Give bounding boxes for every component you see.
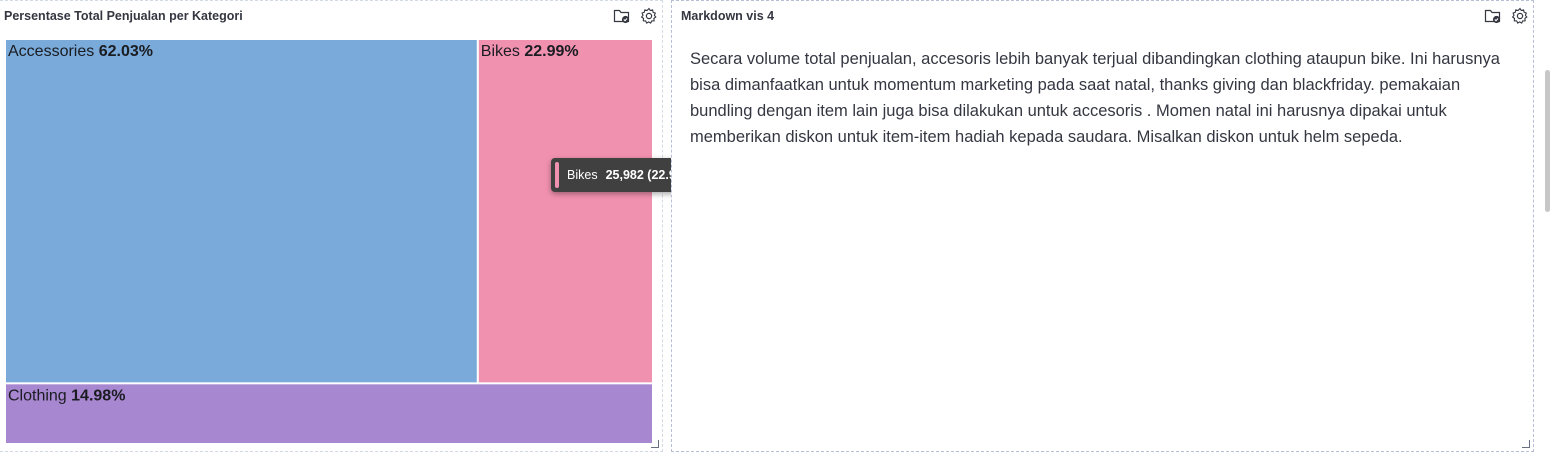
treemap-label-percent: 22.99% bbox=[524, 43, 578, 60]
treemap-label-name: Bikes bbox=[481, 43, 525, 60]
treemap-label-bikes: Bikes 22.99% bbox=[481, 43, 579, 60]
treemap-label-name: Clothing bbox=[8, 387, 71, 404]
panel-actions bbox=[1483, 6, 1529, 25]
treemap-cell-accessories[interactable] bbox=[6, 40, 477, 383]
treemap-chart: Accessories 62.03% Bikes 22.99% Clothing 1… bbox=[6, 40, 652, 443]
resize-handle-icon[interactable] bbox=[1522, 440, 1530, 448]
treemap-label-name: Accessories bbox=[8, 43, 99, 60]
resize-handle-icon[interactable] bbox=[651, 440, 659, 448]
panel-title: Markdown vis 4 bbox=[681, 9, 775, 23]
treemap-label-percent: 62.03% bbox=[99, 43, 153, 60]
folder-check-icon[interactable] bbox=[1483, 6, 1502, 25]
scrollbar-track bbox=[1542, 0, 1553, 453]
treemap-panel: Persentase Total Penjualan per Kategori … bbox=[0, 0, 723, 452]
tooltip-swatch bbox=[555, 162, 559, 188]
treemap-label-clothing: Clothing 14.98% bbox=[8, 387, 125, 404]
gear-icon[interactable] bbox=[1510, 6, 1529, 25]
treemap-cell-bikes[interactable] bbox=[478, 40, 652, 383]
scrollbar-thumb[interactable] bbox=[1545, 70, 1550, 212]
markdown-panel: Markdown vis 4 Secara volume total penju… bbox=[671, 0, 1534, 452]
treemap-label-percent: 14.98% bbox=[71, 387, 125, 404]
markdown-text: Secara volume total penjualan, accesoris… bbox=[690, 50, 1500, 146]
tooltip-name: Bikes bbox=[567, 168, 598, 182]
treemap-label-accessories: Accessories 62.03% bbox=[8, 43, 153, 60]
